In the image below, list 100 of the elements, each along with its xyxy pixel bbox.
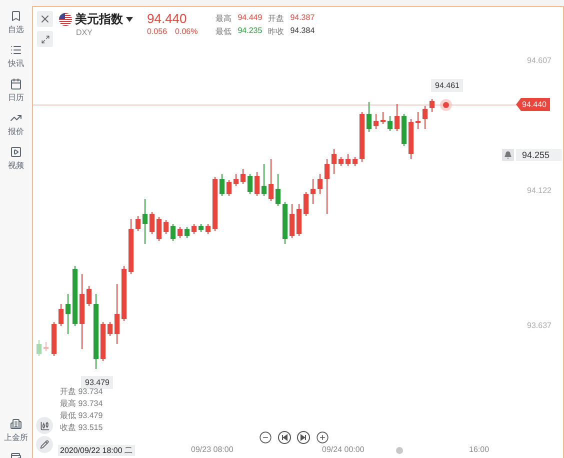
candlestick [156,216,162,242]
candlestick [338,156,344,166]
candlestick [114,284,120,344]
close-icon [39,13,51,25]
candlestick [296,204,302,236]
candlestick [268,158,274,202]
candlestick [346,154,350,166]
candlestick [66,294,70,334]
instrument-name[interactable]: 美元指数 [75,11,123,28]
close-button[interactable] [37,11,53,27]
instrument-symbol: DXY [76,28,94,37]
scroll-end-button[interactable] [296,430,310,444]
trend-line-icon [10,112,22,124]
candlestick [164,220,168,234]
stat-value: 94.449 [238,13,262,24]
sidebar-item[interactable]: 自选 [8,10,24,35]
stat-value: 94.235 [238,26,262,37]
draw-tool-button[interactable] [36,436,53,453]
candlestick [262,164,266,196]
candlestick [234,174,238,186]
candlestick [304,192,308,216]
chart-type-button[interactable] [36,417,53,434]
candlestick [100,322,106,362]
candlestick [170,224,176,242]
candlestick [226,180,232,196]
candlestick [360,112,364,162]
scroll-start-button[interactable] [277,430,291,444]
price-axis-label: 93.637 [527,321,552,330]
bell-icon[interactable] [502,149,514,161]
zoom-out-button[interactable] [258,430,272,444]
price-axis-label: 94.607 [527,56,552,65]
candlestick [282,202,288,244]
flag-icon [59,13,72,26]
candlestick [184,226,190,238]
time-axis-label: 16:00 [469,445,490,454]
candlestick [240,168,246,184]
candlestick [142,198,148,244]
candlestick [380,112,386,124]
percent-change: 0.06% [175,27,198,36]
candlestick [178,226,182,238]
candlestick [150,212,154,234]
candlestick [220,174,224,196]
candlestick [310,178,316,204]
stat-label: 最低 [216,26,232,37]
candlestick [58,304,64,326]
candlestick [332,148,336,174]
high-price-tooltip: 94.461 [431,79,464,92]
candlestick [374,114,378,130]
pencil-icon [40,440,49,449]
candlestick [394,104,400,132]
sidebar-item[interactable]: 报价 [8,112,24,137]
low-price-tooltip: 93.479 [81,376,114,389]
time-axis-label: 09/23 08:00 [191,445,234,454]
dropdown-caret-icon[interactable] [126,17,133,22]
scroll-handle[interactable] [396,447,403,454]
candlestick [416,112,420,130]
candlestick [136,216,140,232]
candlestick [248,174,252,194]
building-icon [10,418,22,430]
candlestick [44,342,48,352]
current-price-tag: 94.440 [516,98,550,111]
candlestick [290,204,294,238]
ohlc-legend-line: 最低 93.479 [60,410,103,421]
calendar-icon [10,78,22,90]
candlestick-icon [40,420,50,430]
candlestick [254,172,260,196]
ohlc-legend-line: 收盘 93.515 [60,422,103,433]
sidebar-item[interactable]: 上金所 [4,418,28,443]
last-price: 94.440 [147,11,188,27]
ohlc-legend-line: 最高 93.734 [60,398,103,409]
stat-value: 94.384 [290,26,315,37]
stat-value: 94.387 [290,13,315,24]
price-axis-label: 94.122 [527,186,552,195]
sidebar-item[interactable]: 快讯 [8,44,24,69]
candlestick [352,156,358,166]
candlestick [408,118,414,160]
candlestick [192,224,196,234]
candlestick [430,98,434,112]
candlestick [366,102,372,132]
stat-label: 昨收 [268,26,284,37]
expand-button[interactable] [37,31,53,47]
candlestick [212,176,218,232]
candlestick [318,174,322,194]
sidebar-item[interactable]: 日历 [8,78,24,103]
stat-label: 最高 [216,13,232,24]
candlestick [198,224,204,232]
candlestick [206,224,210,234]
candlestick [86,286,92,306]
candlestick [388,116,392,132]
candlestick [276,174,280,206]
ohlc-legend-line: 开盘 93.734 [60,386,103,397]
play-icon [10,146,22,158]
candlestick [422,106,428,130]
time-axis-label: 09/24 00:00 [322,445,364,454]
stat-label: 开盘 [268,13,284,24]
sidebar-item[interactable]: 视频 [8,146,24,171]
zoom-in-button[interactable] [315,430,329,444]
bookmark-icon [10,10,22,22]
cursor-time-label: 2020/09/22 18:00 二 [58,445,135,456]
candlestick [36,340,42,356]
